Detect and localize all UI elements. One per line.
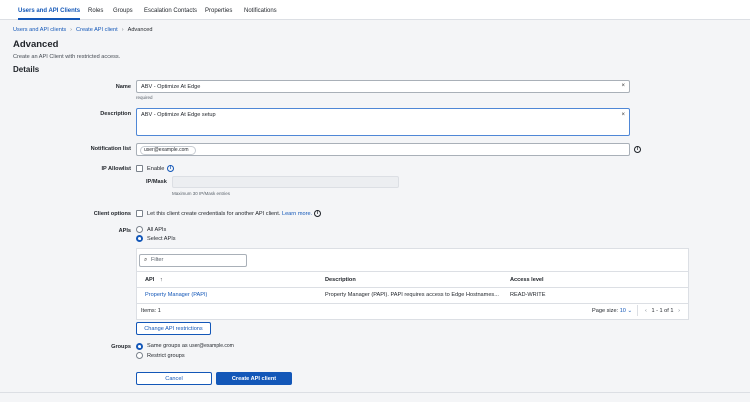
info-icon[interactable]: i [314, 210, 321, 217]
client-options-label: Client options [93, 211, 131, 217]
name-label: Name [115, 84, 131, 90]
create-api-client-button[interactable]: Create API client [216, 372, 292, 385]
info-icon[interactable]: i [634, 146, 641, 153]
ip-allowlist-label: IP Allowlist [101, 166, 131, 172]
notification-list-label: Notification list [90, 146, 131, 152]
pager: ‹ 1 - 1 of 1 › [645, 308, 680, 314]
api-table: ⌕ Filter API ↑ Description Access level … [136, 248, 689, 320]
learn-more-link[interactable]: Learn more. [282, 211, 312, 217]
page-subtitle: Create an API Client with restricted acc… [13, 54, 121, 60]
info-icon[interactable]: i [167, 165, 174, 172]
top-tabs: Users and API Clients Roles Groups Escal… [0, 0, 750, 20]
breadcrumb-create-api-client[interactable]: Create API client [76, 27, 118, 33]
ip-enable-checkbox[interactable] [136, 165, 143, 172]
breadcrumb-separator: › [121, 27, 124, 33]
row-description: Property Manager (PAPI). PAPI requires a… [325, 292, 499, 298]
description-value: ABV - Optimize At Edge setup [141, 112, 216, 118]
row-access-level: READ-WRITE [510, 292, 546, 298]
restrict-groups-label: Restrict groups [147, 353, 185, 359]
breadcrumb-users[interactable]: Users and API clients [13, 27, 66, 33]
name-hint: required [136, 95, 153, 100]
same-groups-user: user@example.com [189, 343, 234, 349]
tab-notifications[interactable]: Notifications [244, 0, 277, 20]
chevron-down-icon[interactable]: ⌄ [627, 308, 632, 314]
groups-label: Groups [111, 344, 131, 350]
email-chip[interactable]: user@example.com [140, 146, 196, 155]
name-value: ABV - Optimize At Edge [141, 84, 201, 90]
all-apis-radio[interactable] [136, 226, 143, 233]
column-api-label: API [145, 277, 155, 283]
column-api[interactable]: API ↑ [145, 277, 163, 283]
breadcrumb-separator: › [70, 27, 73, 33]
chevron-left-icon[interactable]: ‹ [645, 308, 647, 314]
sort-ascending-icon[interactable]: ↑ [160, 277, 163, 283]
ip-mask-label: IP/Mask [146, 179, 167, 185]
tab-escalation-contacts[interactable]: Escalation Contacts [144, 0, 197, 20]
column-access-level[interactable]: Access level [510, 277, 544, 283]
all-apis-label: All APIs [147, 227, 167, 233]
table-header [137, 271, 688, 287]
filter-input[interactable]: ⌕ Filter [139, 254, 247, 267]
tab-groups[interactable]: Groups [113, 0, 133, 20]
page-footer [0, 392, 750, 402]
restrict-groups-radio[interactable] [136, 352, 143, 359]
search-icon: ⌕ [144, 257, 148, 263]
same-groups-label: Same groups as user@example.com [147, 343, 234, 349]
ip-mask-input[interactable] [172, 176, 399, 188]
same-groups-text: Same groups as [147, 343, 188, 349]
section-title: Details [13, 65, 40, 74]
breadcrumb: Users and API clients › Create API client ›… [13, 27, 152, 33]
tab-properties[interactable]: Properties [205, 0, 232, 20]
same-groups-radio[interactable] [136, 343, 143, 350]
page-size-value[interactable]: 10 [620, 308, 626, 314]
tab-roles[interactable]: Roles [88, 0, 103, 20]
client-options-desc: Let this client create credentials for a… [147, 211, 281, 217]
breadcrumb-current: Advanced [127, 27, 153, 33]
select-apis-radio[interactable] [136, 235, 143, 242]
divider [637, 305, 638, 316]
close-icon[interactable]: × [621, 83, 625, 89]
ip-hint: Maximum 30 IP/Mask entries [172, 191, 231, 196]
description-textarea[interactable]: ABV - Optimize At Edge setup × [136, 108, 630, 136]
chevron-right-icon[interactable]: › [678, 308, 680, 314]
notification-list-input[interactable]: user@example.com [136, 143, 630, 156]
cancel-button[interactable]: Cancel [136, 372, 212, 385]
close-icon[interactable]: × [621, 112, 625, 118]
items-count: Items: 1 [141, 308, 161, 314]
ip-enable-label: Enable [147, 166, 165, 172]
apis-label: APIs [118, 228, 131, 234]
filter-placeholder: Filter [150, 257, 164, 263]
row-api-link[interactable]: Property Manager (PAPI) [145, 292, 207, 298]
description-label: Description [100, 111, 131, 117]
name-input[interactable]: ABV - Optimize At Edge × [136, 80, 630, 93]
page-size-label: Page size: [592, 308, 619, 314]
tab-users-and-api-clients[interactable]: Users and API Clients [18, 0, 81, 20]
page-title: Advanced [13, 39, 59, 50]
client-options-checkbox[interactable] [136, 210, 143, 217]
client-options-text: Let this client create credentials for a… [147, 211, 312, 217]
select-apis-label: Select APIs [147, 236, 176, 242]
page-size-control[interactable]: Page size: 10 ⌄ [592, 308, 632, 314]
column-description[interactable]: Description [325, 277, 356, 283]
pager-range: 1 - 1 of 1 [651, 308, 674, 314]
change-api-restrictions-button[interactable]: Change API restrictions [136, 322, 211, 335]
